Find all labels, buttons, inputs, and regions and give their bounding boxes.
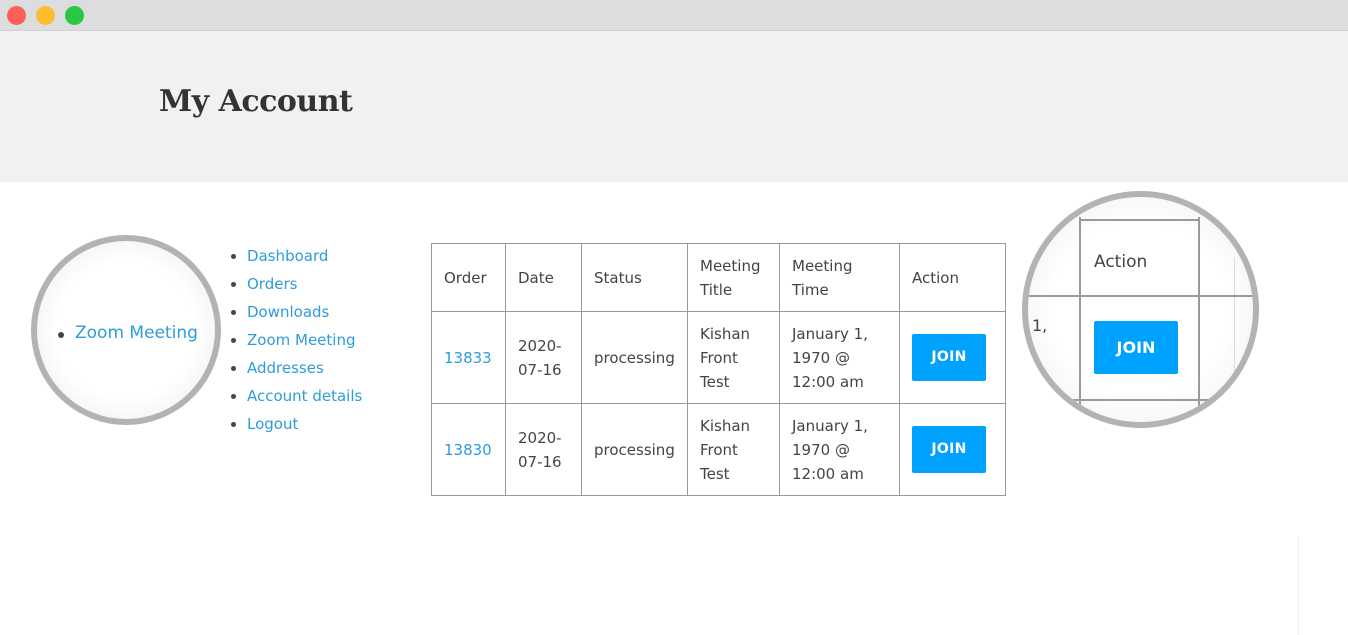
join-button[interactable]: JOIN (912, 334, 986, 381)
zoom-meeting-link-magnified[interactable]: Zoom Meeting (75, 323, 198, 343)
divider (1298, 536, 1299, 635)
column-header-order: Order (431, 243, 506, 312)
divider (1234, 257, 1235, 377)
table-border-line (1079, 219, 1200, 221)
table-border-line (1028, 295, 1253, 297)
nav-link-dashboard[interactable]: Dashboard (247, 247, 328, 265)
nav-link-orders[interactable]: Orders (247, 275, 297, 293)
column-header-action: Action (899, 243, 1006, 312)
zoom-meetings-table: Order Date Status Meeting Title Meeting … (431, 243, 1006, 496)
page-header: My Account (0, 31, 1348, 182)
zoom-callout-action: Action 1, JOIN (1022, 191, 1259, 428)
cell-status: processing (581, 311, 688, 404)
cell-order: 13830 (431, 403, 506, 496)
table-header-row: Order Date Status Meeting Title Meeting … (431, 243, 1006, 312)
maximize-window-button[interactable] (65, 6, 84, 25)
bullet-icon (58, 332, 64, 338)
page-title: My Account (159, 84, 353, 119)
nav-link-addresses[interactable]: Addresses (247, 359, 324, 377)
column-header-meeting-time: Meeting Time (779, 243, 900, 312)
nav-link-logout[interactable]: Logout (247, 415, 298, 433)
zoom-callout-nav: Zoom Meeting (31, 235, 221, 425)
minimize-window-button[interactable] (36, 6, 55, 25)
nav-link-downloads[interactable]: Downloads (247, 303, 329, 321)
meeting-time-fragment: 1, (1032, 316, 1048, 335)
account-navigation: Dashboard Orders Downloads Zoom Meeting … (228, 245, 362, 441)
column-header-status: Status (581, 243, 688, 312)
cell-status: processing (581, 403, 688, 496)
order-link[interactable]: 13833 (444, 349, 492, 367)
nav-item-account-details: Account details (228, 385, 362, 413)
window-titlebar (0, 0, 1348, 31)
nav-item-downloads: Downloads (228, 301, 362, 329)
column-header-date: Date (505, 243, 582, 312)
join-button[interactable]: JOIN (912, 426, 986, 473)
table-border-line (1079, 217, 1081, 417)
table-border-line (1198, 217, 1200, 417)
action-header-magnified: Action (1094, 252, 1148, 272)
close-window-button[interactable] (7, 6, 26, 25)
join-button-magnified[interactable]: JOIN (1094, 321, 1178, 374)
nav-item-zoom-meeting: Zoom Meeting (228, 329, 362, 357)
cell-meeting-title: Kishan Front Test (687, 403, 780, 496)
nav-item-dashboard: Dashboard (228, 245, 362, 273)
column-header-meeting-title: Meeting Title (687, 243, 780, 312)
cell-order: 13833 (431, 311, 506, 404)
nav-item-orders: Orders (228, 273, 362, 301)
nav-link-zoom-meeting[interactable]: Zoom Meeting (247, 331, 356, 349)
nav-item-logout: Logout (228, 413, 362, 441)
table-border-line (1028, 399, 1253, 401)
cell-meeting-title: Kishan Front Test (687, 311, 780, 404)
nav-item-addresses: Addresses (228, 357, 362, 385)
table-row: 13833 2020-07-16 processing Kishan Front… (431, 311, 1006, 404)
nav-link-account-details[interactable]: Account details (247, 387, 362, 405)
cell-date: 2020-07-16 (505, 311, 582, 404)
cell-meeting-time: January 1, 1970 @ 12:00 am (779, 403, 900, 496)
table-row: 13830 2020-07-16 processing Kishan Front… (431, 403, 1006, 496)
cell-action: JOIN (899, 403, 1006, 496)
cell-meeting-time: January 1, 1970 @ 12:00 am (779, 311, 900, 404)
order-link[interactable]: 13830 (444, 441, 492, 459)
cell-action: JOIN (899, 311, 1006, 404)
cell-date: 2020-07-16 (505, 403, 582, 496)
